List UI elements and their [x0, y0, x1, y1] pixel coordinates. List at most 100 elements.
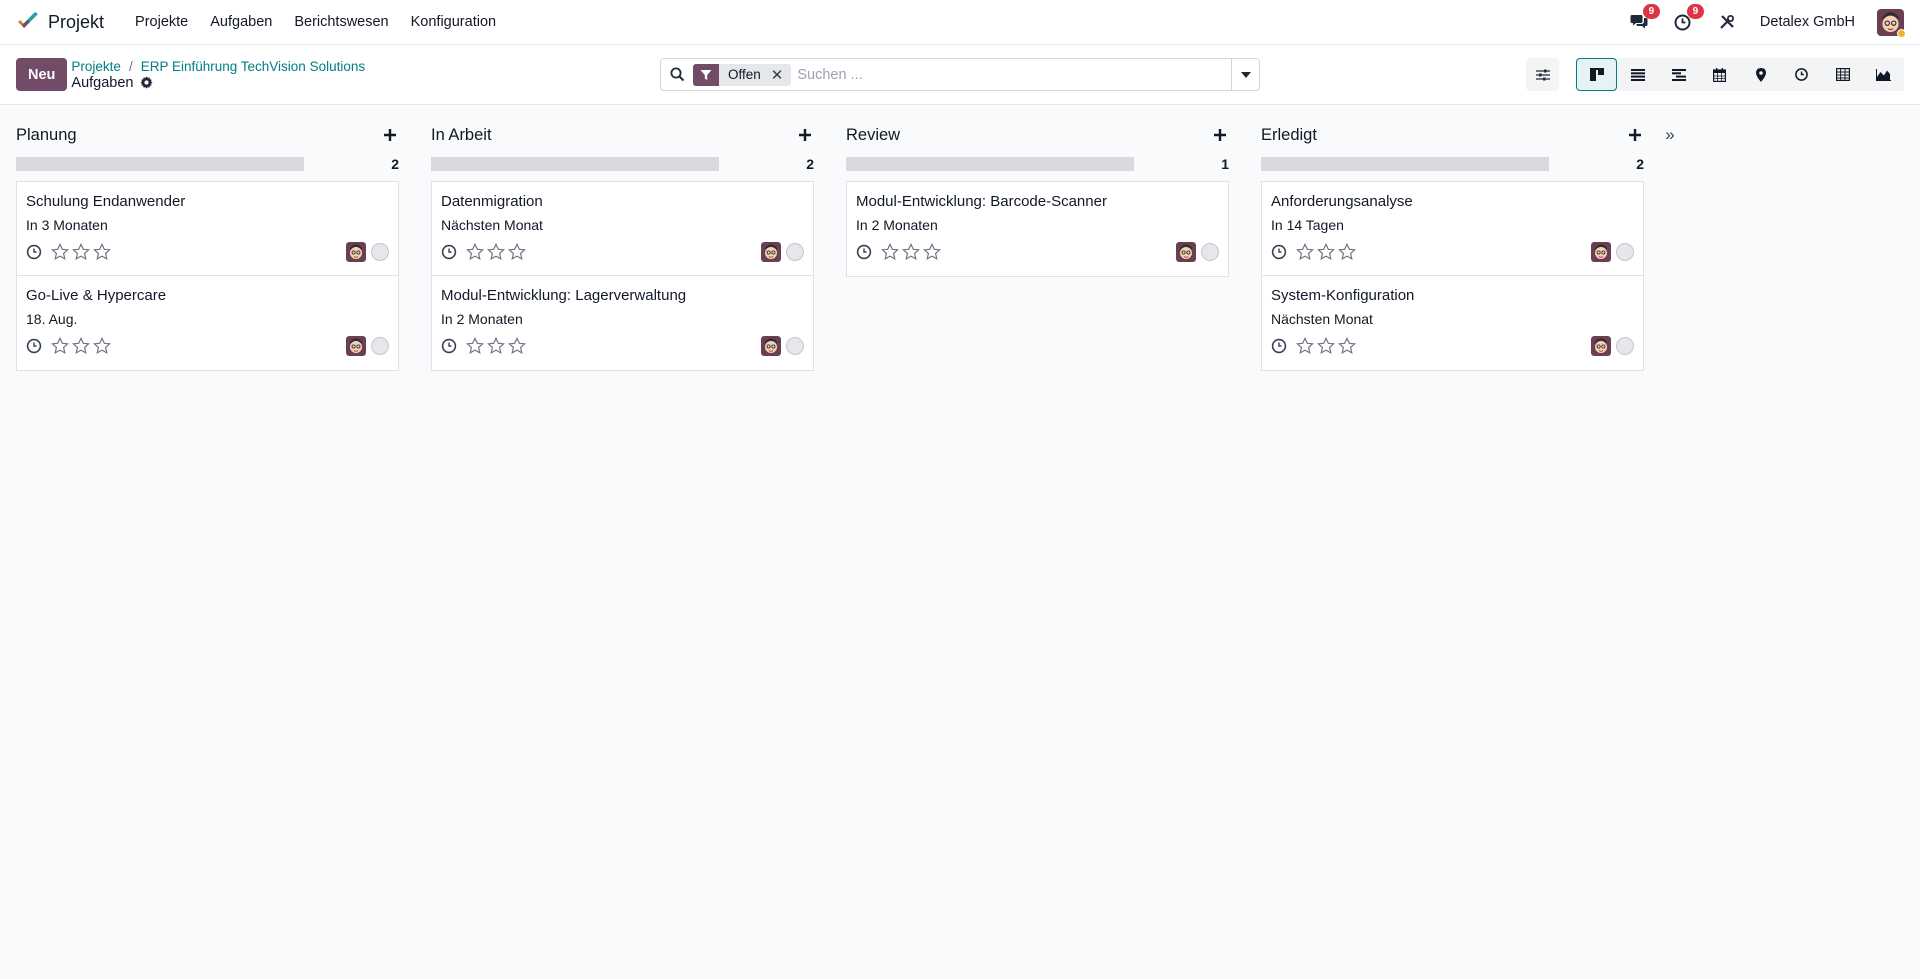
assignee-avatar[interactable] — [346, 242, 366, 262]
star-icon[interactable] — [466, 337, 484, 355]
kanban-card[interactable]: Modul-Entwicklung: Lagerverwaltung In 2 … — [432, 276, 813, 370]
clock-icon[interactable] — [441, 338, 457, 354]
kanban-state-indicator[interactable] — [1616, 337, 1634, 355]
quick-create-button[interactable] — [796, 126, 814, 144]
column-title[interactable]: In Arbeit — [431, 126, 492, 145]
messages-button[interactable]: 9 — [1628, 4, 1660, 33]
star-icon[interactable] — [51, 243, 69, 261]
progress-bar[interactable] — [1261, 157, 1549, 171]
clock-icon[interactable] — [856, 244, 872, 260]
priority-stars — [1296, 243, 1356, 261]
quick-create-button[interactable] — [1211, 126, 1229, 144]
quick-create-button[interactable] — [381, 126, 399, 144]
kanban-card[interactable]: Anforderungsanalyse In 14 Tagen — [1262, 182, 1643, 276]
control-panel: Neu Projekte / ERP Einführung TechVision… — [0, 45, 1920, 105]
view-switcher — [1576, 58, 1904, 91]
star-icon[interactable] — [466, 243, 484, 261]
search-options-toggle[interactable] — [1231, 59, 1259, 90]
app-name[interactable]: Projekt — [48, 12, 104, 33]
menu-item-konfiguration[interactable]: Konfiguration — [400, 0, 507, 45]
company-switcher[interactable]: Detalex GmbH — [1760, 14, 1855, 30]
star-icon[interactable] — [1338, 243, 1356, 261]
star-icon[interactable] — [487, 337, 505, 355]
star-icon[interactable] — [72, 337, 90, 355]
star-icon[interactable] — [93, 337, 111, 355]
star-icon[interactable] — [1296, 243, 1314, 261]
kanban-state-indicator[interactable] — [786, 243, 804, 261]
plus-icon — [799, 129, 811, 141]
gear-icon[interactable] — [139, 76, 153, 89]
table-icon — [1835, 68, 1850, 81]
view-map-button[interactable] — [1740, 58, 1781, 91]
priority-stars — [1296, 337, 1356, 355]
star-icon[interactable] — [1317, 243, 1335, 261]
kanban-card[interactable]: Datenmigration Nächsten Monat — [432, 182, 813, 276]
user-menu-avatar[interactable] — [1877, 8, 1906, 38]
card-title: Modul-Entwicklung: Barcode-Scanner — [856, 193, 1107, 210]
menu-item-aufgaben[interactable]: Aufgaben — [199, 0, 283, 45]
assignee-avatar[interactable] — [1176, 242, 1196, 262]
column-title[interactable]: Erledigt — [1261, 126, 1317, 145]
star-icon[interactable] — [902, 243, 920, 261]
view-pivot-button[interactable] — [1822, 58, 1863, 91]
assignee-avatar[interactable] — [1591, 242, 1611, 262]
star-icon[interactable] — [923, 243, 941, 261]
new-task-button[interactable]: Neu — [16, 58, 68, 91]
facet-remove-button[interactable]: ✕ — [769, 66, 792, 84]
view-activity-button[interactable] — [1781, 58, 1822, 91]
column-title[interactable]: Planung — [16, 126, 77, 145]
clock-icon[interactable] — [441, 244, 457, 260]
kanban-state-indicator[interactable] — [371, 243, 389, 261]
kanban-card[interactable]: Schulung Endanwender In 3 Monaten — [17, 182, 398, 276]
view-graph-button[interactable] — [1863, 58, 1904, 91]
kanban-card[interactable]: Go-Live & Hypercare 18. Aug. — [17, 276, 398, 370]
app-brand[interactable]: Projekt — [16, 10, 104, 34]
clock-icon — [1795, 68, 1808, 81]
star-icon[interactable] — [72, 243, 90, 261]
kanban-card[interactable]: Modul-Entwicklung: Barcode-Scanner In 2 … — [847, 182, 1228, 276]
quick-create-button[interactable] — [1626, 126, 1644, 144]
view-calendar-button[interactable] — [1699, 58, 1740, 91]
view-kanban-button[interactable] — [1576, 58, 1617, 91]
fold-columns-toggle[interactable]: » — [1660, 119, 1680, 151]
star-icon[interactable] — [508, 337, 526, 355]
star-icon[interactable] — [51, 337, 69, 355]
menu-item-berichtswesen[interactable]: Berichtswesen — [283, 0, 399, 45]
kanban-state-indicator[interactable] — [371, 337, 389, 355]
kanban-state-indicator[interactable] — [786, 337, 804, 355]
progress-bar[interactable] — [846, 157, 1134, 171]
clock-icon[interactable] — [26, 338, 42, 354]
star-icon[interactable] — [1296, 337, 1314, 355]
assignee-avatar[interactable] — [761, 336, 781, 356]
search-input[interactable] — [797, 66, 1231, 83]
breadcrumb-projekte[interactable]: Projekte — [71, 59, 121, 74]
star-icon[interactable] — [881, 243, 899, 261]
view-settings-button[interactable] — [1526, 58, 1559, 91]
star-icon[interactable] — [487, 243, 505, 261]
view-gantt-button[interactable] — [1658, 58, 1699, 91]
star-icon[interactable] — [1317, 337, 1335, 355]
clock-icon[interactable] — [26, 244, 42, 260]
menu-item-projekte[interactable]: Projekte — [124, 0, 199, 45]
activities-button[interactable]: 9 — [1672, 4, 1704, 33]
star-icon[interactable] — [508, 243, 526, 261]
assignee-avatar[interactable] — [1591, 336, 1611, 356]
kanban-state-indicator[interactable] — [1616, 243, 1634, 261]
card-footer — [1271, 336, 1634, 356]
progress-bar[interactable] — [16, 157, 304, 171]
assignee-avatar[interactable] — [346, 336, 366, 356]
clock-icon[interactable] — [1271, 244, 1287, 260]
search-bar: Offen ✕ — [660, 58, 1260, 91]
breadcrumb-project[interactable]: ERP Einführung TechVision Solutions — [141, 59, 365, 74]
kanban-state-indicator[interactable] — [1201, 243, 1219, 261]
progress-bar[interactable] — [431, 157, 719, 171]
column-title[interactable]: Review — [846, 126, 900, 145]
star-icon[interactable] — [1338, 337, 1356, 355]
assignee-avatar[interactable] — [761, 242, 781, 262]
star-icon[interactable] — [93, 243, 111, 261]
kanban-card[interactable]: System-Konfiguration Nächsten Monat — [1262, 276, 1643, 370]
project-app-logo-icon[interactable] — [16, 10, 40, 34]
debug-tools-button[interactable] — [1716, 11, 1738, 33]
view-list-button[interactable] — [1617, 58, 1658, 91]
clock-icon[interactable] — [1271, 338, 1287, 354]
